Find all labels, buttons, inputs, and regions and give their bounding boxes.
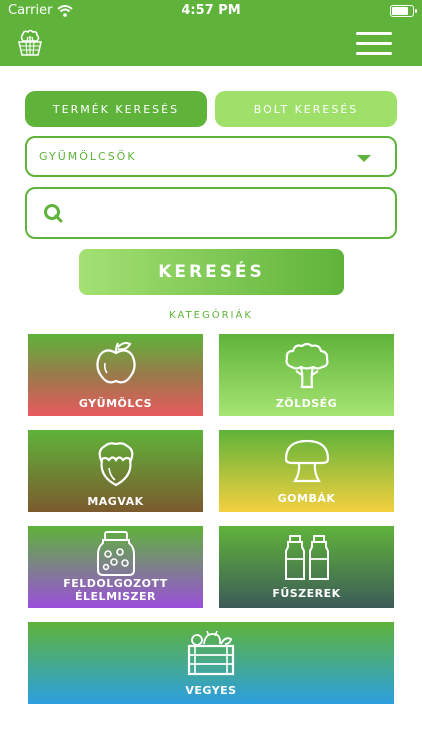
- category-tile-mixed[interactable]: VEGYES: [28, 622, 394, 704]
- battery-icon: [390, 5, 417, 17]
- broccoli-icon: [284, 342, 329, 389]
- tab-store-search[interactable]: BOLT KERESÉS: [215, 91, 397, 127]
- tab-product-search[interactable]: TERMÉK KERESÉS: [25, 91, 207, 127]
- category-tile-processed-food[interactable]: FELDOLGOZOTT ÉLELMISZER: [28, 526, 203, 608]
- categories-title: KATEGÓRIÁK: [169, 310, 253, 321]
- category-tile-spices[interactable]: FŰSZEREK: [219, 526, 394, 608]
- category-select[interactable]: GYÜMÖLCSÖK: [25, 136, 397, 177]
- category-tile-mushrooms[interactable]: GOMBÁK: [219, 430, 394, 512]
- category-label-mushrooms: GOMBÁK: [277, 492, 336, 505]
- hamburger-menu-icon[interactable]: [356, 32, 392, 56]
- apple-icon: [95, 342, 136, 384]
- category-label-nuts: MAGVAK: [87, 495, 144, 508]
- search-box[interactable]: [25, 187, 397, 239]
- search-button[interactable]: KERESÉS: [79, 249, 344, 295]
- hazelnut-icon: [98, 442, 133, 487]
- vegetable-crate-icon: [187, 630, 235, 676]
- jar-icon: [96, 531, 135, 576]
- category-tile-fruit[interactable]: GYÜMÖLCS: [28, 334, 203, 416]
- category-tile-nuts[interactable]: MAGVAK: [28, 430, 203, 512]
- mushroom-icon: [284, 439, 329, 483]
- search-icon: [44, 204, 63, 223]
- category-label-vegetable: ZÖLDSÉG: [275, 397, 338, 410]
- nav-bar: [0, 22, 422, 66]
- salt-pepper-icon: [284, 535, 329, 580]
- category-label-fruit: GYÜMÖLCS: [78, 397, 153, 410]
- category-label-processed-food: FELDOLGOZOTT ÉLELMISZER: [63, 577, 168, 603]
- category-tile-vegetable[interactable]: ZÖLDSÉG: [219, 334, 394, 416]
- category-label-mixed: VEGYES: [185, 684, 237, 697]
- broccoli-basket-icon[interactable]: [14, 27, 46, 59]
- category-select-value: GYÜMÖLCSÖK: [39, 150, 137, 163]
- chevron-down-icon: [357, 155, 371, 162]
- status-bar: Carrier 4:57 PM: [0, 0, 422, 22]
- search-input[interactable]: [75, 198, 395, 228]
- category-label-spices: FŰSZEREK: [272, 587, 341, 600]
- status-time: 4:57 PM: [181, 3, 241, 18]
